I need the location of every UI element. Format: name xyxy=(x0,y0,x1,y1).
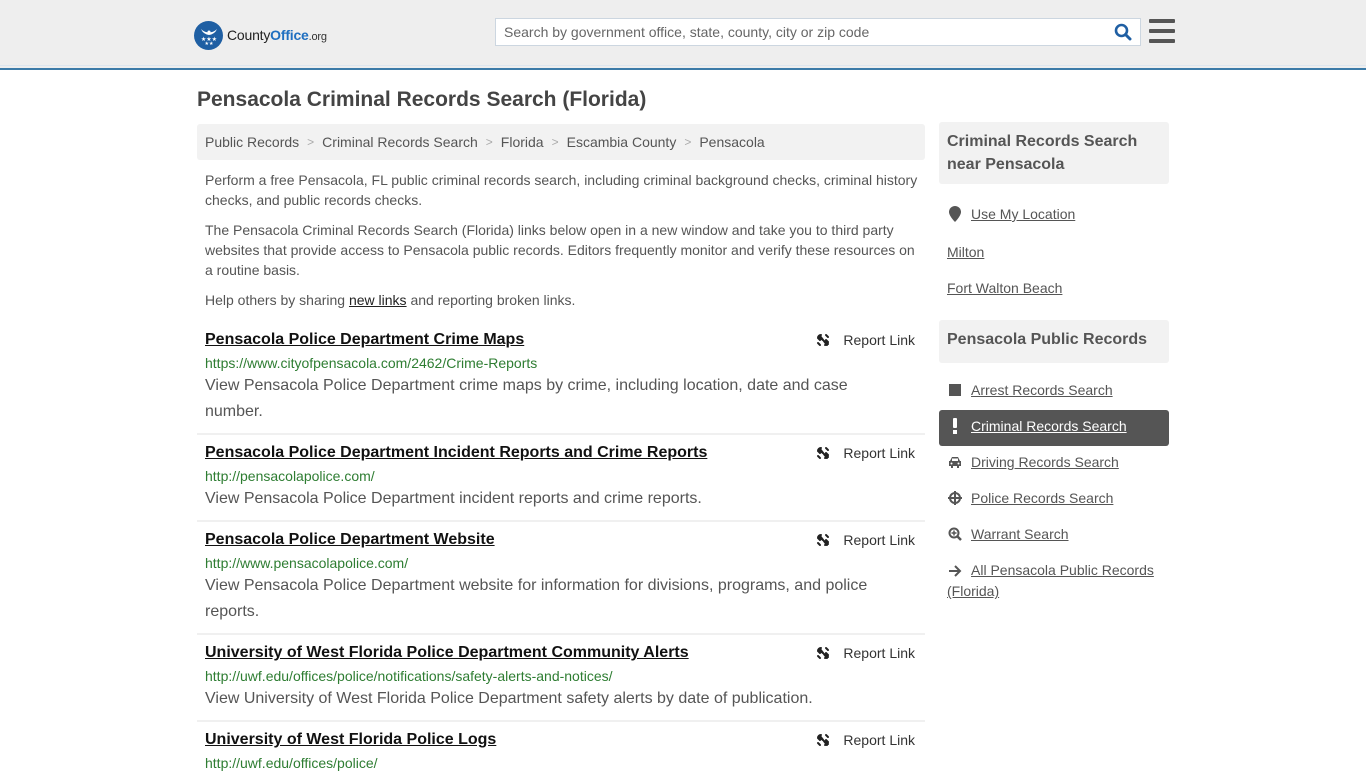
sidebar-item-criminal-records[interactable]: Criminal Records Search xyxy=(939,410,1169,446)
result-title-link[interactable]: Pensacola Police Department Crime Maps xyxy=(205,330,524,350)
zoom-in-icon xyxy=(947,524,963,544)
result-item: Pensacola Police Department Crime Maps h… xyxy=(197,322,925,435)
result-description: View Pensacola Police Department inciden… xyxy=(205,490,702,507)
intro-paragraph-1: Perform a free Pensacola, FL public crim… xyxy=(205,172,918,208)
search-button[interactable] xyxy=(1106,19,1140,45)
map-marker-icon xyxy=(947,204,963,224)
intro-paragraph-2: The Pensacola Criminal Records Search (F… xyxy=(205,222,915,278)
result-item: Pensacola Police Department Website http… xyxy=(197,522,925,635)
use-my-location-link[interactable]: Use My Location xyxy=(971,204,1075,224)
sidebar-nearby-heading: Criminal Records Search near Pensacola xyxy=(939,122,1169,184)
result-description: View University of West Florida Police D… xyxy=(205,690,813,707)
report-link-button[interactable]: Report Link xyxy=(815,332,915,348)
result-item: University of West Florida Police Logs h… xyxy=(197,722,925,781)
sidebar-item-arrest-records[interactable]: Arrest Records Search xyxy=(939,374,1169,410)
search-input[interactable] xyxy=(496,19,1106,45)
page-title: Pensacola Criminal Records Search (Flori… xyxy=(197,88,647,111)
logo-text: CountyOffice.org xyxy=(227,27,327,43)
breadcrumb-pensacola[interactable]: Pensacola xyxy=(699,134,764,150)
eagle-logo-icon: ★★★ ★★ xyxy=(194,20,223,50)
breadcrumb-separator: > xyxy=(485,135,493,149)
search-icon xyxy=(1114,23,1132,41)
search-box xyxy=(495,18,1141,46)
breadcrumb-public-records[interactable]: Public Records xyxy=(205,134,299,150)
arrow-right-icon xyxy=(947,561,963,581)
sidebar-item-warrant-search[interactable]: Warrant Search xyxy=(939,518,1169,554)
breadcrumb-criminal-records-search[interactable]: Criminal Records Search xyxy=(322,134,478,150)
top-header: ★★★ ★★ CountyOffice.org xyxy=(0,0,1366,70)
result-title-link[interactable]: Pensacola Police Department Website xyxy=(205,530,495,550)
sidebar-public-records: Pensacola Public Records Arrest Records … xyxy=(939,320,1169,607)
result-url: http://www.pensacolapolice.com/ xyxy=(205,555,409,571)
report-link-button[interactable]: Report Link xyxy=(815,532,915,548)
crosshairs-icon xyxy=(947,488,963,508)
result-url: http://uwf.edu/offices/police/ xyxy=(205,755,378,771)
nearby-city-milton[interactable]: Milton xyxy=(947,244,984,260)
nearby-city-item: Milton xyxy=(939,234,1169,270)
intro-text: Perform a free Pensacola, FL public crim… xyxy=(205,170,920,320)
breadcrumb-separator: > xyxy=(307,135,315,149)
result-description: View Pensacola Police Department website… xyxy=(205,577,868,620)
square-icon xyxy=(947,380,963,400)
car-icon xyxy=(947,452,963,472)
result-item: Pensacola Police Department Incident Rep… xyxy=(197,435,925,522)
results-list: Pensacola Police Department Crime Maps h… xyxy=(197,322,925,781)
nearby-city-fort-walton-beach[interactable]: Fort Walton Beach xyxy=(947,280,1062,296)
result-description: View Pensacola Police Department crime m… xyxy=(205,377,848,420)
new-links-link[interactable]: new links xyxy=(349,292,407,308)
sidebar-public-records-heading: Pensacola Public Records xyxy=(939,320,1169,363)
breadcrumb-escambia-county[interactable]: Escambia County xyxy=(567,134,677,150)
broken-link-icon xyxy=(817,334,830,346)
report-link-button[interactable]: Report Link xyxy=(815,445,915,461)
sidebar-item-police-records[interactable]: Police Records Search xyxy=(939,482,1169,518)
result-title-link[interactable]: Pensacola Police Department Incident Rep… xyxy=(205,443,707,463)
result-url: http://pensacolapolice.com/ xyxy=(205,468,375,484)
logo-link[interactable]: ★★★ ★★ CountyOffice.org xyxy=(194,20,327,50)
result-item: University of West Florida Police Depart… xyxy=(197,635,925,722)
sidebar-item-all-records[interactable]: All Pensacola Public Records (Florida) xyxy=(939,554,1169,607)
exclamation-icon xyxy=(947,416,963,436)
result-url: https://www.cityofpensacola.com/2462/Cri… xyxy=(205,355,538,371)
result-title-link[interactable]: University of West Florida Police Depart… xyxy=(205,643,689,663)
breadcrumb-separator: > xyxy=(684,135,692,149)
sidebar-item-driving-records[interactable]: Driving Records Search xyxy=(939,446,1169,482)
breadcrumb-florida[interactable]: Florida xyxy=(501,134,544,150)
breadcrumb-separator: > xyxy=(551,135,559,149)
report-link-button[interactable]: Report Link xyxy=(815,732,915,748)
result-title-link[interactable]: University of West Florida Police Logs xyxy=(205,730,496,750)
nearby-city-item: Fort Walton Beach xyxy=(939,266,1169,306)
report-link-button[interactable]: Report Link xyxy=(815,645,915,661)
hamburger-menu-icon[interactable] xyxy=(1149,19,1175,43)
sidebar-nearby: Criminal Records Search near Pensacola U… xyxy=(939,122,1169,306)
intro-paragraph-3: Help others by sharing new links and rep… xyxy=(205,292,576,308)
use-my-location-item[interactable]: Use My Location xyxy=(939,198,1169,234)
broken-link-icon xyxy=(817,534,830,546)
broken-link-icon xyxy=(817,447,830,459)
result-url: http://uwf.edu/offices/police/notificati… xyxy=(205,668,613,684)
broken-link-icon xyxy=(817,647,830,659)
breadcrumb: Public Records > Criminal Records Search… xyxy=(197,124,925,160)
svg-text:★★: ★★ xyxy=(204,41,213,46)
broken-link-icon xyxy=(817,734,830,746)
